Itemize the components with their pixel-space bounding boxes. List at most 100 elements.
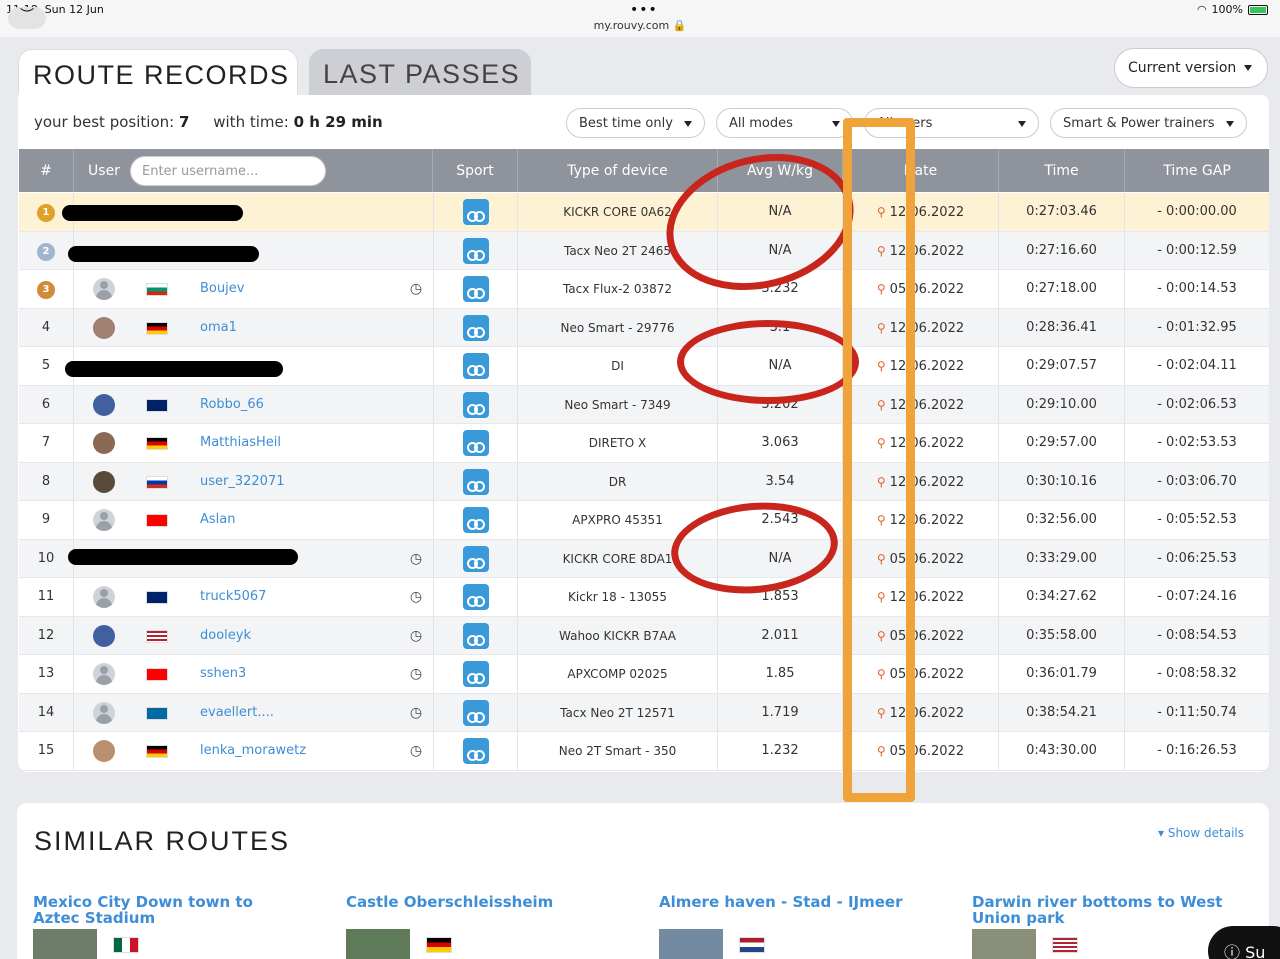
device-cell: Tacx Neo 2T 12571 [518, 693, 718, 732]
medal-icon: 2 [37, 242, 55, 261]
user-name-link[interactable]: oma1 [200, 309, 400, 347]
sport-cell [433, 347, 518, 385]
table-row[interactable]: 3 Boujev ◷ Tacx Flux-2 03872 3.232 ⚲ 05.06.202… [19, 270, 1269, 309]
avatar-cell [74, 270, 134, 308]
sport-cell [433, 424, 518, 462]
table-row[interactable]: 4 oma1 Neo Smart - 29776 3.1 ⚲ 12.06.2022 0:28… [19, 308, 1269, 347]
table-row[interactable]: 14 evaellert.... ◷ Tacx Neo 2T 12571 1.719 ⚲ 1… [19, 693, 1269, 732]
rank-cell: 7 [19, 424, 74, 462]
rank-cell: 13 [19, 655, 74, 693]
similar-route-link[interactable]: Almere haven - Stad - IJmeer [659, 894, 929, 910]
rank-cell: 2 [19, 231, 74, 270]
tab-last-passes[interactable]: LAST PASSES [309, 49, 531, 98]
flag-cell [134, 270, 179, 308]
time-cell: 0:30:10.16 [999, 462, 1125, 501]
route-thumbnail[interactable] [659, 929, 723, 959]
gap-cell: - 0:00:12.59 [1157, 242, 1237, 258]
user-name-link[interactable]: Robbo_66 [200, 386, 400, 424]
flag-usa-icon [1052, 937, 1078, 953]
time-cell: 0:33:29.00 [999, 539, 1125, 578]
sport-cell [433, 616, 518, 655]
gap-cell: - 0:05:52.53 [1157, 512, 1237, 527]
table-row[interactable]: 13 sshen3 ◷ APXCOMP 02025 1.85 ⚲ 05.06.2022 0:3… [19, 655, 1269, 694]
status-indicators: ◠ 100% [1197, 3, 1268, 16]
similar-route-link[interactable]: Castle Oberschleissheim [346, 894, 616, 910]
bike-icon [462, 199, 489, 225]
avatar[interactable] [93, 701, 115, 724]
flag-icon [145, 745, 168, 758]
table-row[interactable]: 12 dooleyk ◷ Wahoo KICKR B7AA 2.011 ⚲ 05.06.20… [19, 616, 1269, 655]
similar-routes-title: SIMILAR ROUTES [34, 826, 291, 856]
bike-icon [462, 661, 489, 687]
flag-mexico-icon [113, 937, 139, 953]
user-name-link[interactable]: user_322071 [200, 463, 400, 501]
help-button[interactable]: ⓘ Su [1208, 926, 1280, 959]
avatar[interactable] [93, 624, 115, 647]
flag-icon [145, 591, 168, 604]
flag-icon [145, 706, 168, 720]
similar-route-link[interactable]: Mexico City Down town to Aztec Stadium [33, 894, 303, 926]
similar-route-link[interactable]: Darwin river bottoms to West Union park [972, 894, 1242, 926]
avatar[interactable] [93, 316, 115, 339]
tab-route-records[interactable]: ROUTE RECORDS [18, 49, 298, 98]
username-search-input[interactable]: Enter username... [130, 156, 326, 186]
show-details-link[interactable]: ▾ Show details [1158, 826, 1244, 840]
gap-cell: - 0:00:14.53 [1157, 281, 1237, 296]
user-name-link[interactable]: lenka_morawetz [200, 732, 400, 770]
table-row[interactable]: 9 Aslan APXPRO 45351 2.543 ⚲ 12.06.2022 0:32:5… [19, 501, 1269, 540]
time-cell: 0:27:18.00 [999, 270, 1125, 308]
route-thumbnail[interactable] [972, 929, 1036, 959]
device-cell: Neo Smart - 7349 [518, 385, 718, 424]
time-cell: 0:38:54.21 [999, 693, 1125, 732]
user-name-link[interactable]: sshen3 [200, 655, 400, 693]
rank-cell: 9 [19, 501, 74, 539]
avatar-cell [74, 424, 134, 462]
flag-icon [145, 321, 168, 335]
bike-icon [462, 468, 489, 495]
col-time: Time [999, 149, 1125, 192]
time-cell: 0:34:27.62 [999, 578, 1125, 616]
rank-cell: 3 [19, 270, 74, 308]
avatar[interactable] [93, 278, 115, 300]
filter-modes[interactable]: All modes [716, 108, 853, 138]
device-cell: Neo 2T Smart - 350 [518, 732, 718, 770]
table-row[interactable]: 7 MatthiasHeil DIRETO X 3.063 ⚲ 12.06.2022 0:2… [19, 424, 1269, 463]
flag-icon [145, 514, 168, 527]
redaction-bar [62, 205, 243, 221]
bike-icon [462, 430, 489, 456]
table-row[interactable]: 6 Robbo_66 Neo Smart - 7349 3.202 ⚲ 12.06.202… [19, 385, 1269, 424]
filter-trainers[interactable]: Smart & Power trainers [1050, 108, 1247, 138]
sidebar-toggle-icon[interactable]: ︶ [8, 7, 46, 29]
table-row[interactable]: 15 lenka_morawetz ◷ Neo 2T Smart - 350 1.232… [19, 732, 1269, 771]
gap-cell: - 0:16:26.53 [1157, 743, 1237, 758]
user-name-link[interactable]: Aslan [200, 501, 400, 539]
filter-best-time[interactable]: Best time only [566, 108, 705, 138]
table-row[interactable]: 11 truck5067 ◷ Kickr 18 - 13055 1.853 ⚲ 12.06.… [19, 578, 1269, 617]
avatar[interactable] [93, 740, 115, 762]
avatar[interactable] [93, 432, 115, 454]
avatar[interactable] [93, 663, 115, 685]
user-name-link[interactable]: evaellert.... [200, 694, 400, 732]
avatar[interactable] [93, 509, 115, 531]
more-icon[interactable]: ••• [630, 2, 658, 18]
rank-cell: 6 [19, 385, 74, 424]
avatar[interactable] [93, 586, 115, 608]
user-name-link[interactable]: Boujev [200, 270, 400, 308]
flag-cell [134, 578, 179, 616]
route-thumbnail[interactable] [33, 929, 97, 959]
user-name-link[interactable]: dooleyk [200, 617, 400, 655]
avatar[interactable] [93, 393, 115, 416]
sport-cell [433, 193, 518, 231]
url-bar[interactable]: my.rouvy.com 🔒 [0, 19, 1280, 32]
avatar-cell [74, 732, 134, 770]
avatar[interactable] [93, 470, 115, 493]
rank-cell: 12 [19, 616, 74, 655]
flag-cell [134, 386, 179, 424]
version-select[interactable]: Current version [1114, 48, 1268, 88]
flag-cell [134, 617, 179, 655]
bike-icon [462, 622, 489, 649]
user-name-link[interactable]: MatthiasHeil [200, 424, 400, 462]
route-thumbnail[interactable] [346, 929, 410, 959]
user-name-link[interactable]: truck5067 [200, 578, 400, 616]
table-row[interactable]: 8 user_322071 DR 3.54 ⚲ 12.06.2022 0:30:10.16-… [19, 462, 1269, 501]
